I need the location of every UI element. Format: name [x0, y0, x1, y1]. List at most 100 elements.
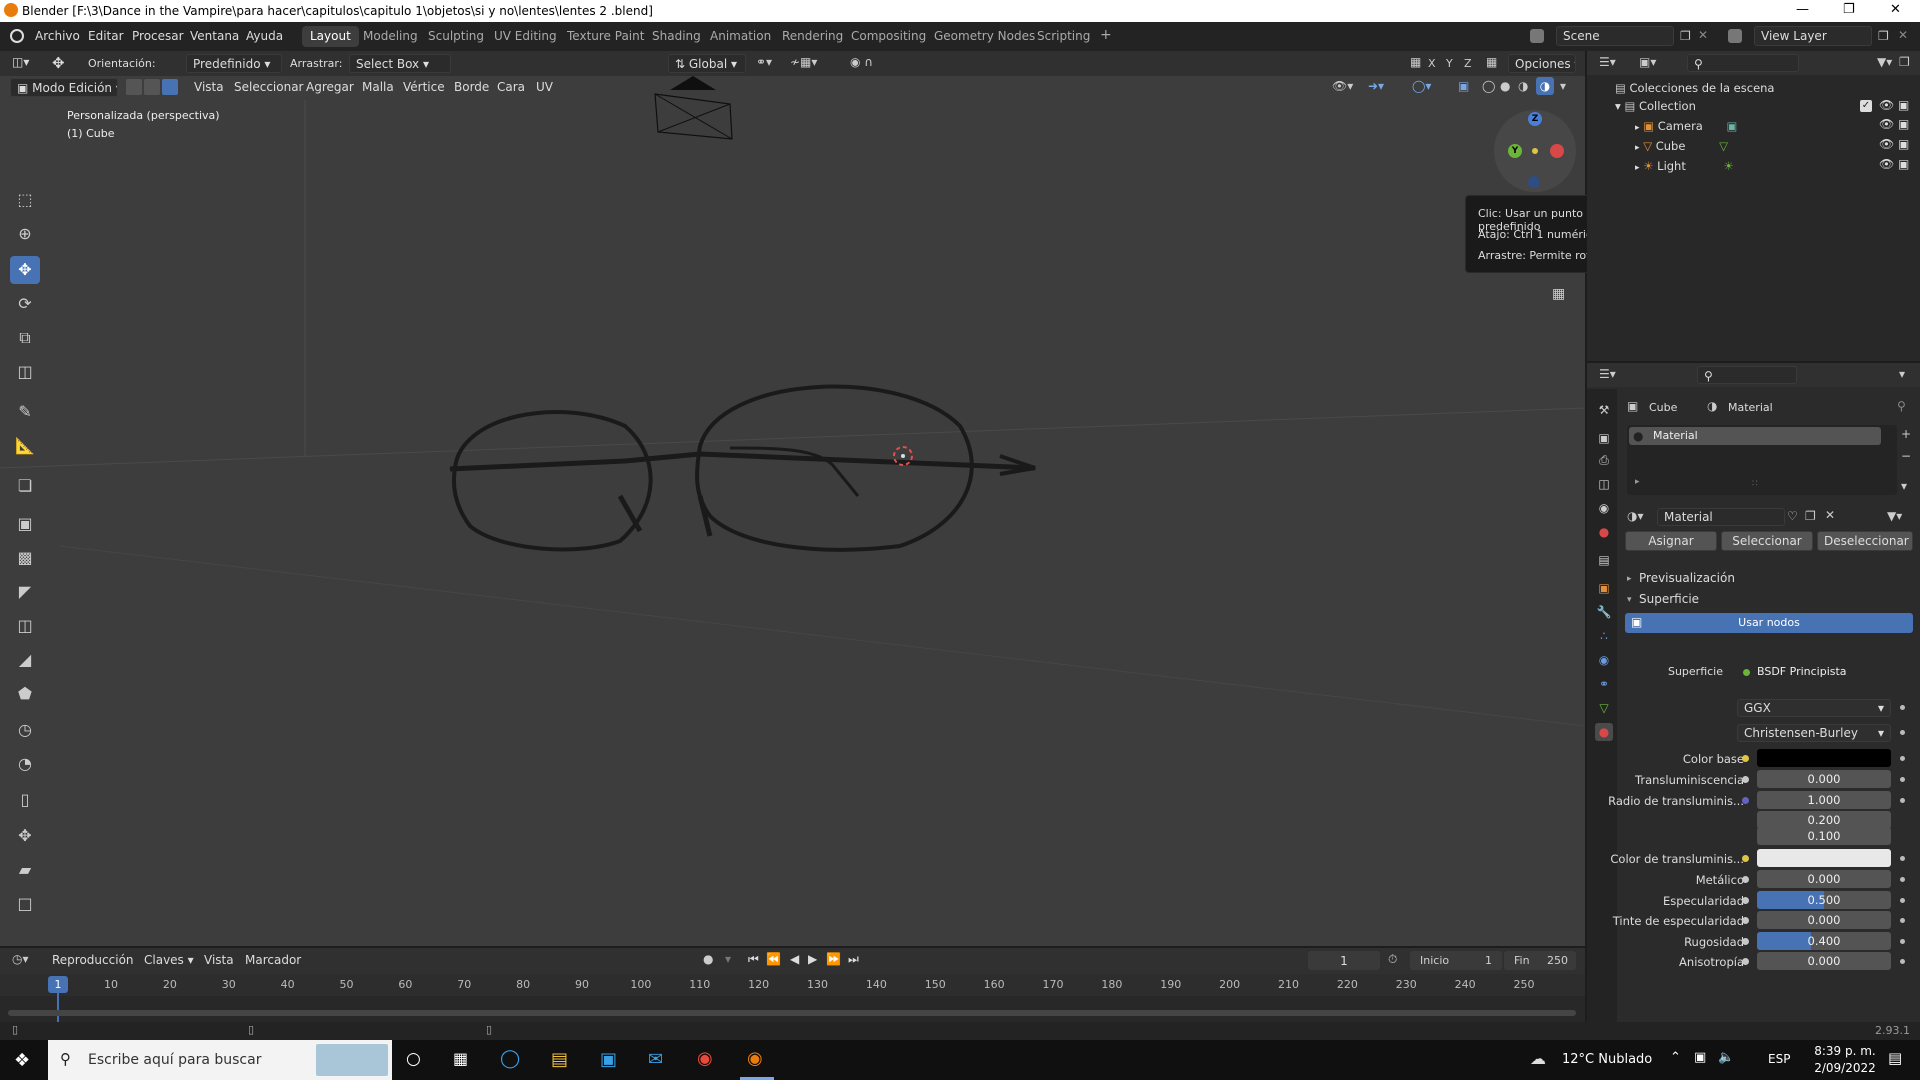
glasses-mesh[interactable]: [449, 384, 1036, 552]
physics-tab-icon[interactable]: ◉: [1595, 651, 1613, 669]
tool-tab-icon[interactable]: ⚒: [1595, 401, 1613, 419]
gizmo-y-axis[interactable]: Y: [1508, 144, 1522, 158]
maximize-icon[interactable]: ❐: [1843, 2, 1855, 17]
menu-ventana[interactable]: Ventana: [190, 29, 239, 43]
outliner-item-light[interactable]: ▸ ☀ Light ☀: [1635, 159, 1734, 173]
delete-view-layer-icon[interactable]: ✕: [1898, 28, 1908, 42]
number-field[interactable]: 0.000: [1757, 911, 1891, 929]
gizmos-icon[interactable]: ➜▾: [1368, 79, 1384, 93]
transform-tool-icon[interactable]: ◫: [10, 358, 40, 386]
slot-specials-icon[interactable]: ▾: [1901, 479, 1907, 493]
editor-type-icon[interactable]: ◫▾: [12, 55, 29, 69]
tab-texture-paint[interactable]: Texture Paint: [559, 26, 652, 47]
preview-collapse-icon[interactable]: ▸: [1627, 574, 1632, 584]
overlays-icon[interactable]: ◯▾: [1412, 79, 1431, 93]
edge-icon[interactable]: ◯: [500, 1048, 520, 1069]
color-swatch[interactable]: [1757, 849, 1891, 867]
new-scene-icon[interactable]: ❐: [1680, 29, 1691, 43]
camera-render-icon[interactable]: ▣: [1898, 117, 1909, 131]
menu-seleccionar[interactable]: Seleccionar: [234, 80, 303, 94]
notifications-icon[interactable]: ▤: [1888, 1049, 1902, 1067]
material-shading-icon[interactable]: ◑: [1518, 79, 1528, 93]
keyframe-dot[interactable]: [1900, 797, 1905, 803]
slot-expand-icon[interactable]: ▸: [1635, 477, 1640, 487]
menu-archivo[interactable]: Archivo: [35, 29, 80, 43]
pin-icon[interactable]: ⚲: [1897, 399, 1906, 413]
light-render-icon[interactable]: ▣: [1898, 157, 1909, 171]
rotate-tool-icon[interactable]: ⟳: [10, 290, 40, 318]
menu-cara[interactable]: Cara: [497, 80, 525, 94]
playhead-frame[interactable]: 1: [48, 976, 68, 993]
keyframe-dot[interactable]: [1900, 897, 1905, 903]
mirror-x[interactable]: X: [1428, 57, 1436, 70]
annotate-tool-icon[interactable]: ✎: [10, 398, 40, 426]
new-view-layer-icon[interactable]: ❐: [1878, 29, 1889, 43]
weather-icon[interactable]: ☁: [1530, 1049, 1546, 1068]
scale-tool-icon[interactable]: ⧉: [10, 324, 40, 352]
distribution-dropdown[interactable]: GGX ▾: [1737, 699, 1891, 717]
surface-panel-title[interactable]: Superficie: [1639, 592, 1699, 606]
browse-material-icon[interactable]: ◑▾: [1627, 509, 1644, 523]
tab-compositing[interactable]: Compositing: [843, 26, 934, 47]
loop-cut-tool-icon[interactable]: ◫: [10, 612, 40, 640]
properties-editor-icon[interactable]: ☰▾: [1599, 367, 1616, 381]
snap-icon[interactable]: ≁▦▾: [790, 55, 817, 69]
end-frame-field[interactable]: Fin 250: [1504, 951, 1576, 970]
slider-field[interactable]: 0.500: [1757, 890, 1891, 909]
cube-render-icon[interactable]: ▣: [1898, 137, 1909, 151]
socket-dot-icon[interactable]: [1742, 917, 1749, 924]
camera-eye-icon[interactable]: 👁: [1879, 117, 1894, 131]
menu-borde[interactable]: Borde: [454, 80, 489, 94]
xray-icon[interactable]: ▣: [1458, 79, 1469, 93]
collection-eye-icon[interactable]: 👁: [1879, 98, 1894, 112]
outliner-item-cube[interactable]: ▸ ▽ Cube ▽: [1635, 139, 1728, 153]
stopwatch-icon[interactable]: ⏱: [1388, 952, 1397, 967]
taskbar-search-box[interactable]: ⚲ Escribe aquí para buscar: [48, 1040, 392, 1080]
collection-checkbox[interactable]: ✓: [1860, 100, 1872, 112]
navigation-gizmo[interactable]: Z Y: [1494, 110, 1576, 192]
socket-dot-icon[interactable]: [1742, 876, 1749, 883]
edge-select-icon[interactable]: [144, 79, 160, 95]
socket-dot-icon[interactable]: [1742, 776, 1749, 783]
color-swatch[interactable]: [1757, 749, 1891, 767]
tab-sculpting[interactable]: Sculpting: [420, 26, 492, 47]
3d-viewport[interactable]: Personalizada (perspectiva) (1) Cube Z Y…: [0, 76, 1585, 946]
delete-scene-icon[interactable]: ✕: [1698, 28, 1708, 42]
tab-layout[interactable]: Layout: [302, 26, 359, 47]
output-tab-icon[interactable]: ⎙: [1595, 451, 1613, 469]
edge-slide-tool-icon[interactable]: ▯: [10, 786, 40, 814]
outliner-editor-icon[interactable]: ☰▾: [1599, 55, 1616, 69]
options-dropdown[interactable]: Opciones ▾: [1508, 54, 1576, 73]
inset-tool-icon[interactable]: ▩: [10, 544, 40, 572]
select-box-tool-icon[interactable]: ⬚: [10, 186, 40, 214]
frame-ruler[interactable]: 1102030405060708090100110120130140150160…: [0, 974, 1585, 1027]
mirror-y[interactable]: Y: [1446, 57, 1453, 70]
object-tab-icon[interactable]: ▣: [1595, 579, 1613, 597]
timeline-editor-icon[interactable]: ◷▾: [12, 952, 29, 966]
material-tab-icon[interactable]: ●: [1595, 723, 1613, 741]
material-slot-item[interactable]: ● Material: [1629, 427, 1881, 445]
gizmo-neg-z[interactable]: [1528, 176, 1540, 188]
keyframe-dot[interactable]: [1900, 877, 1905, 882]
minimize-icon[interactable]: —: [1796, 2, 1809, 17]
duplicate-material-icon[interactable]: ❐: [1805, 509, 1816, 523]
number-field[interactable]: 0.000: [1757, 770, 1891, 788]
tab-rendering[interactable]: Rendering: [774, 26, 851, 47]
auto-keying-icon[interactable]: ●: [703, 952, 713, 966]
rendered-shading-icon[interactable]: ◑: [1536, 77, 1554, 95]
preview-panel-title[interactable]: Previsualización: [1639, 571, 1735, 585]
socket-dot-icon[interactable]: [1742, 896, 1749, 904]
cube-eye-icon[interactable]: 👁: [1879, 137, 1894, 151]
store-icon[interactable]: ▣: [600, 1049, 617, 1070]
render-tab-icon[interactable]: ▣: [1595, 429, 1613, 447]
vertex-select-icon[interactable]: [126, 79, 142, 95]
move-tool-icon[interactable]: ✥: [10, 256, 40, 284]
mode-dropdown[interactable]: ▣ Modo Edición ▾: [10, 78, 118, 97]
blender-menu-icon[interactable]: [10, 29, 24, 43]
smooth-tool-icon[interactable]: ◔: [10, 750, 40, 778]
orientation-dropdown[interactable]: Predefinido ▾: [186, 54, 282, 73]
socket-dot-icon[interactable]: [1742, 796, 1749, 804]
keying-options-icon[interactable]: ▾: [725, 952, 731, 966]
keying-menu[interactable]: Claves ▾: [138, 951, 196, 970]
keyframe-dot[interactable]: [1900, 730, 1905, 735]
